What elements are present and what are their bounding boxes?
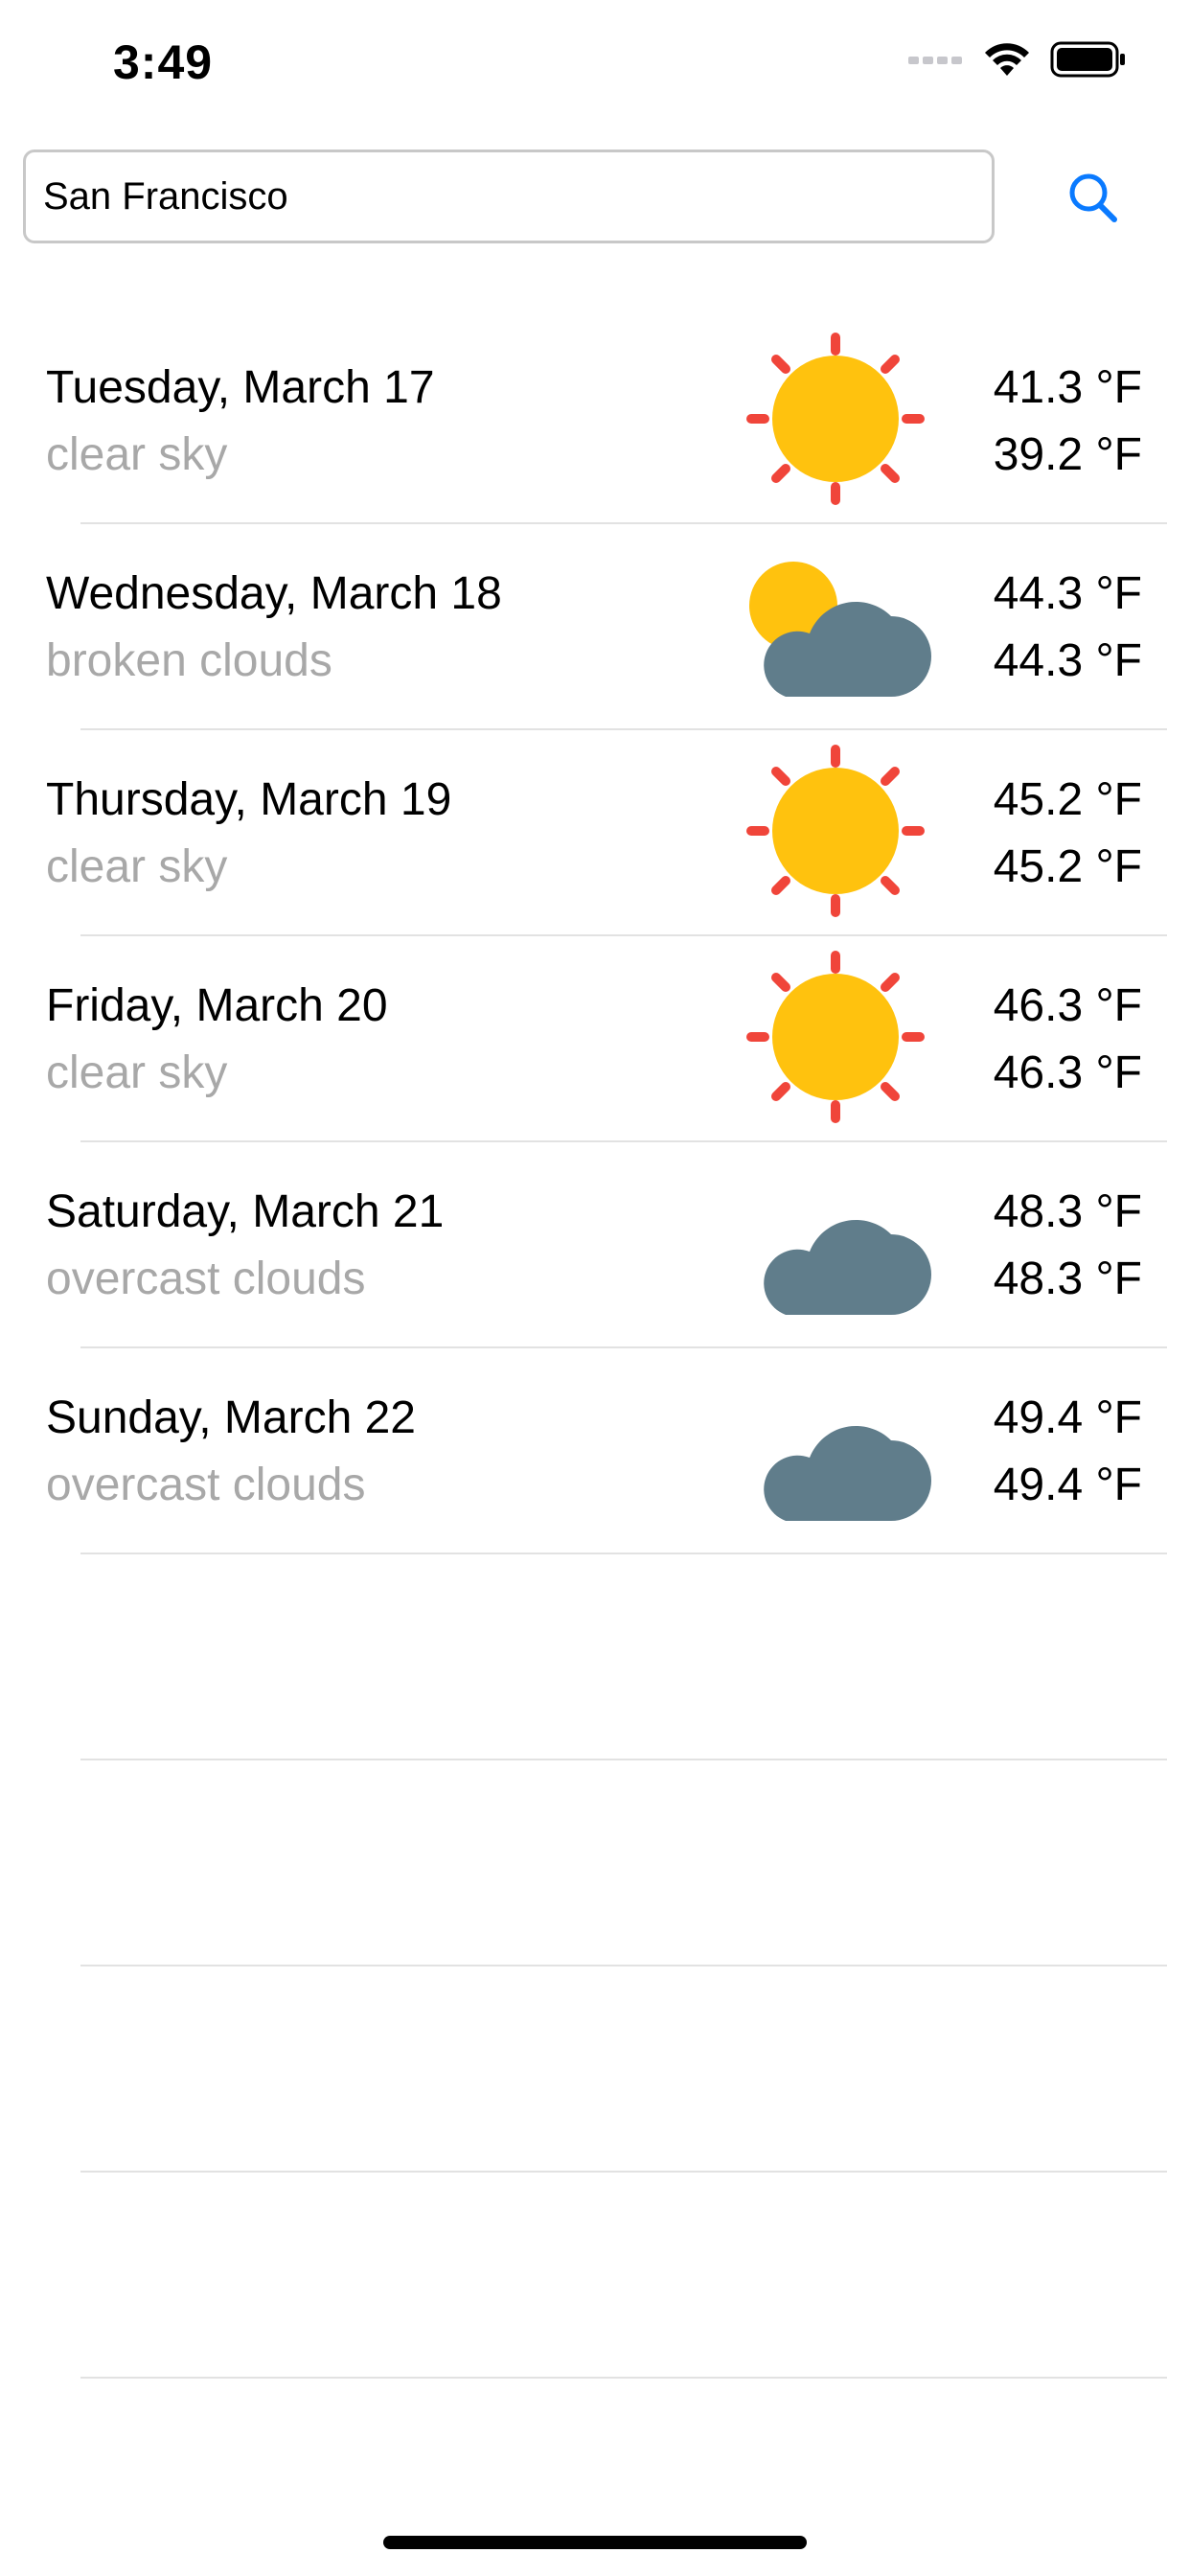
- status-bar: 3:49: [0, 0, 1190, 134]
- status-icons: [908, 41, 1127, 82]
- forecast-row[interactable]: Thursday, March 19 clear sky 45.2 °F 45.…: [0, 730, 1190, 936]
- sun-icon: [738, 328, 933, 510]
- forecast-low: 46.3 °F: [993, 1047, 1142, 1098]
- forecast-high: 49.4 °F: [993, 1392, 1142, 1443]
- forecast-low: 45.2 °F: [993, 841, 1142, 892]
- forecast-low: 39.2 °F: [993, 429, 1142, 480]
- empty-row: [0, 1760, 1190, 1966]
- forecast-description: clear sky: [46, 429, 228, 480]
- forecast-low: 49.4 °F: [993, 1460, 1142, 1510]
- forecast-date: Thursday, March 19: [46, 774, 452, 825]
- wifi-icon: [983, 41, 1031, 82]
- sun-icon: [738, 740, 933, 922]
- battery-icon: [1050, 41, 1127, 82]
- forecast-row[interactable]: Wednesday, March 18 broken clouds 44.3 °…: [0, 524, 1190, 730]
- empty-row: [0, 1554, 1190, 1760]
- weather-screen: 3:49 San Francisco Tuesday, March 17 cle…: [0, 0, 1190, 2576]
- sun-behind-cloud-icon: [738, 534, 933, 716]
- cloud-icon: [738, 1358, 933, 1540]
- search-icon: [1066, 171, 1120, 229]
- forecast-date: Friday, March 20: [46, 980, 388, 1031]
- home-indicator[interactable]: [383, 2536, 807, 2549]
- forecast-date: Wednesday, March 18: [46, 568, 502, 619]
- forecast-description: broken clouds: [46, 635, 332, 686]
- forecast-row[interactable]: Saturday, March 21 overcast clouds 48.3 …: [0, 1142, 1190, 1348]
- forecast-date: Tuesday, March 17: [46, 362, 435, 413]
- status-time: 3:49: [113, 35, 214, 89]
- forecast-row[interactable]: Friday, March 20 clear sky 46.3 °F 46.3 …: [0, 936, 1190, 1142]
- empty-row: [0, 1966, 1190, 2173]
- forecast-low: 48.3 °F: [993, 1254, 1142, 1304]
- forecast-row[interactable]: Sunday, March 22 overcast clouds 49.4 °F…: [0, 1348, 1190, 1554]
- forecast-list: Tuesday, March 17 clear sky 41.3 °F 39.2…: [0, 318, 1190, 2379]
- cellular-dots-icon: [908, 53, 964, 71]
- forecast-high: 46.3 °F: [993, 980, 1142, 1031]
- forecast-description: clear sky: [46, 1047, 228, 1098]
- forecast-high: 41.3 °F: [993, 362, 1142, 413]
- forecast-high: 45.2 °F: [993, 774, 1142, 825]
- search-button[interactable]: [1059, 165, 1128, 234]
- forecast-date: Saturday, March 21: [46, 1186, 445, 1237]
- forecast-low: 44.3 °F: [993, 635, 1142, 686]
- forecast-description: overcast clouds: [46, 1460, 366, 1510]
- forecast-date: Sunday, March 22: [46, 1392, 416, 1443]
- city-search-input[interactable]: [23, 150, 995, 243]
- forecast-row[interactable]: Tuesday, March 17 clear sky 41.3 °F 39.2…: [0, 318, 1190, 524]
- sun-icon: [738, 946, 933, 1128]
- empty-row: [0, 2173, 1190, 2379]
- cloud-icon: [738, 1152, 933, 1334]
- forecast-high: 44.3 °F: [993, 568, 1142, 619]
- forecast-high: 48.3 °F: [993, 1186, 1142, 1237]
- forecast-description: clear sky: [46, 841, 228, 892]
- forecast-description: overcast clouds: [46, 1254, 366, 1304]
